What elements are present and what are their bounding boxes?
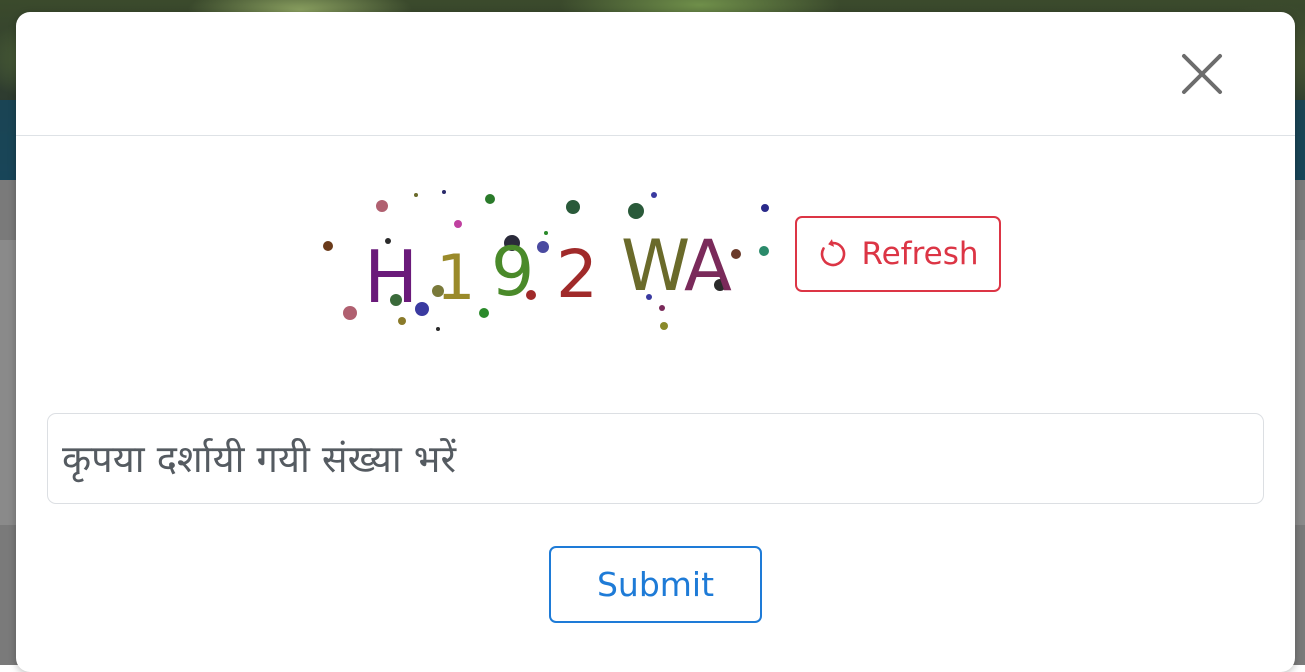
captcha-char: W — [621, 225, 690, 307]
captcha-char: 1 — [436, 241, 475, 314]
captcha-row: H 1 9 2 W A Refresh — [16, 187, 1295, 337]
captcha-image: H 1 9 2 W A — [323, 190, 769, 331]
refresh-icon — [817, 238, 849, 270]
captcha-modal: H 1 9 2 W A Refresh Submit — [16, 12, 1295, 672]
refresh-button[interactable]: Refresh — [795, 216, 1001, 292]
captcha-char: A — [684, 225, 732, 307]
captcha-char: 9 — [491, 233, 534, 312]
submit-button[interactable]: Submit — [549, 546, 762, 623]
captcha-input[interactable] — [47, 413, 1264, 504]
captcha-char: 2 — [556, 236, 598, 313]
refresh-label: Refresh — [861, 236, 979, 272]
captcha-char: H — [364, 235, 418, 319]
modal-header — [16, 12, 1295, 136]
close-button[interactable] — [1178, 50, 1226, 98]
close-icon — [1182, 54, 1222, 94]
